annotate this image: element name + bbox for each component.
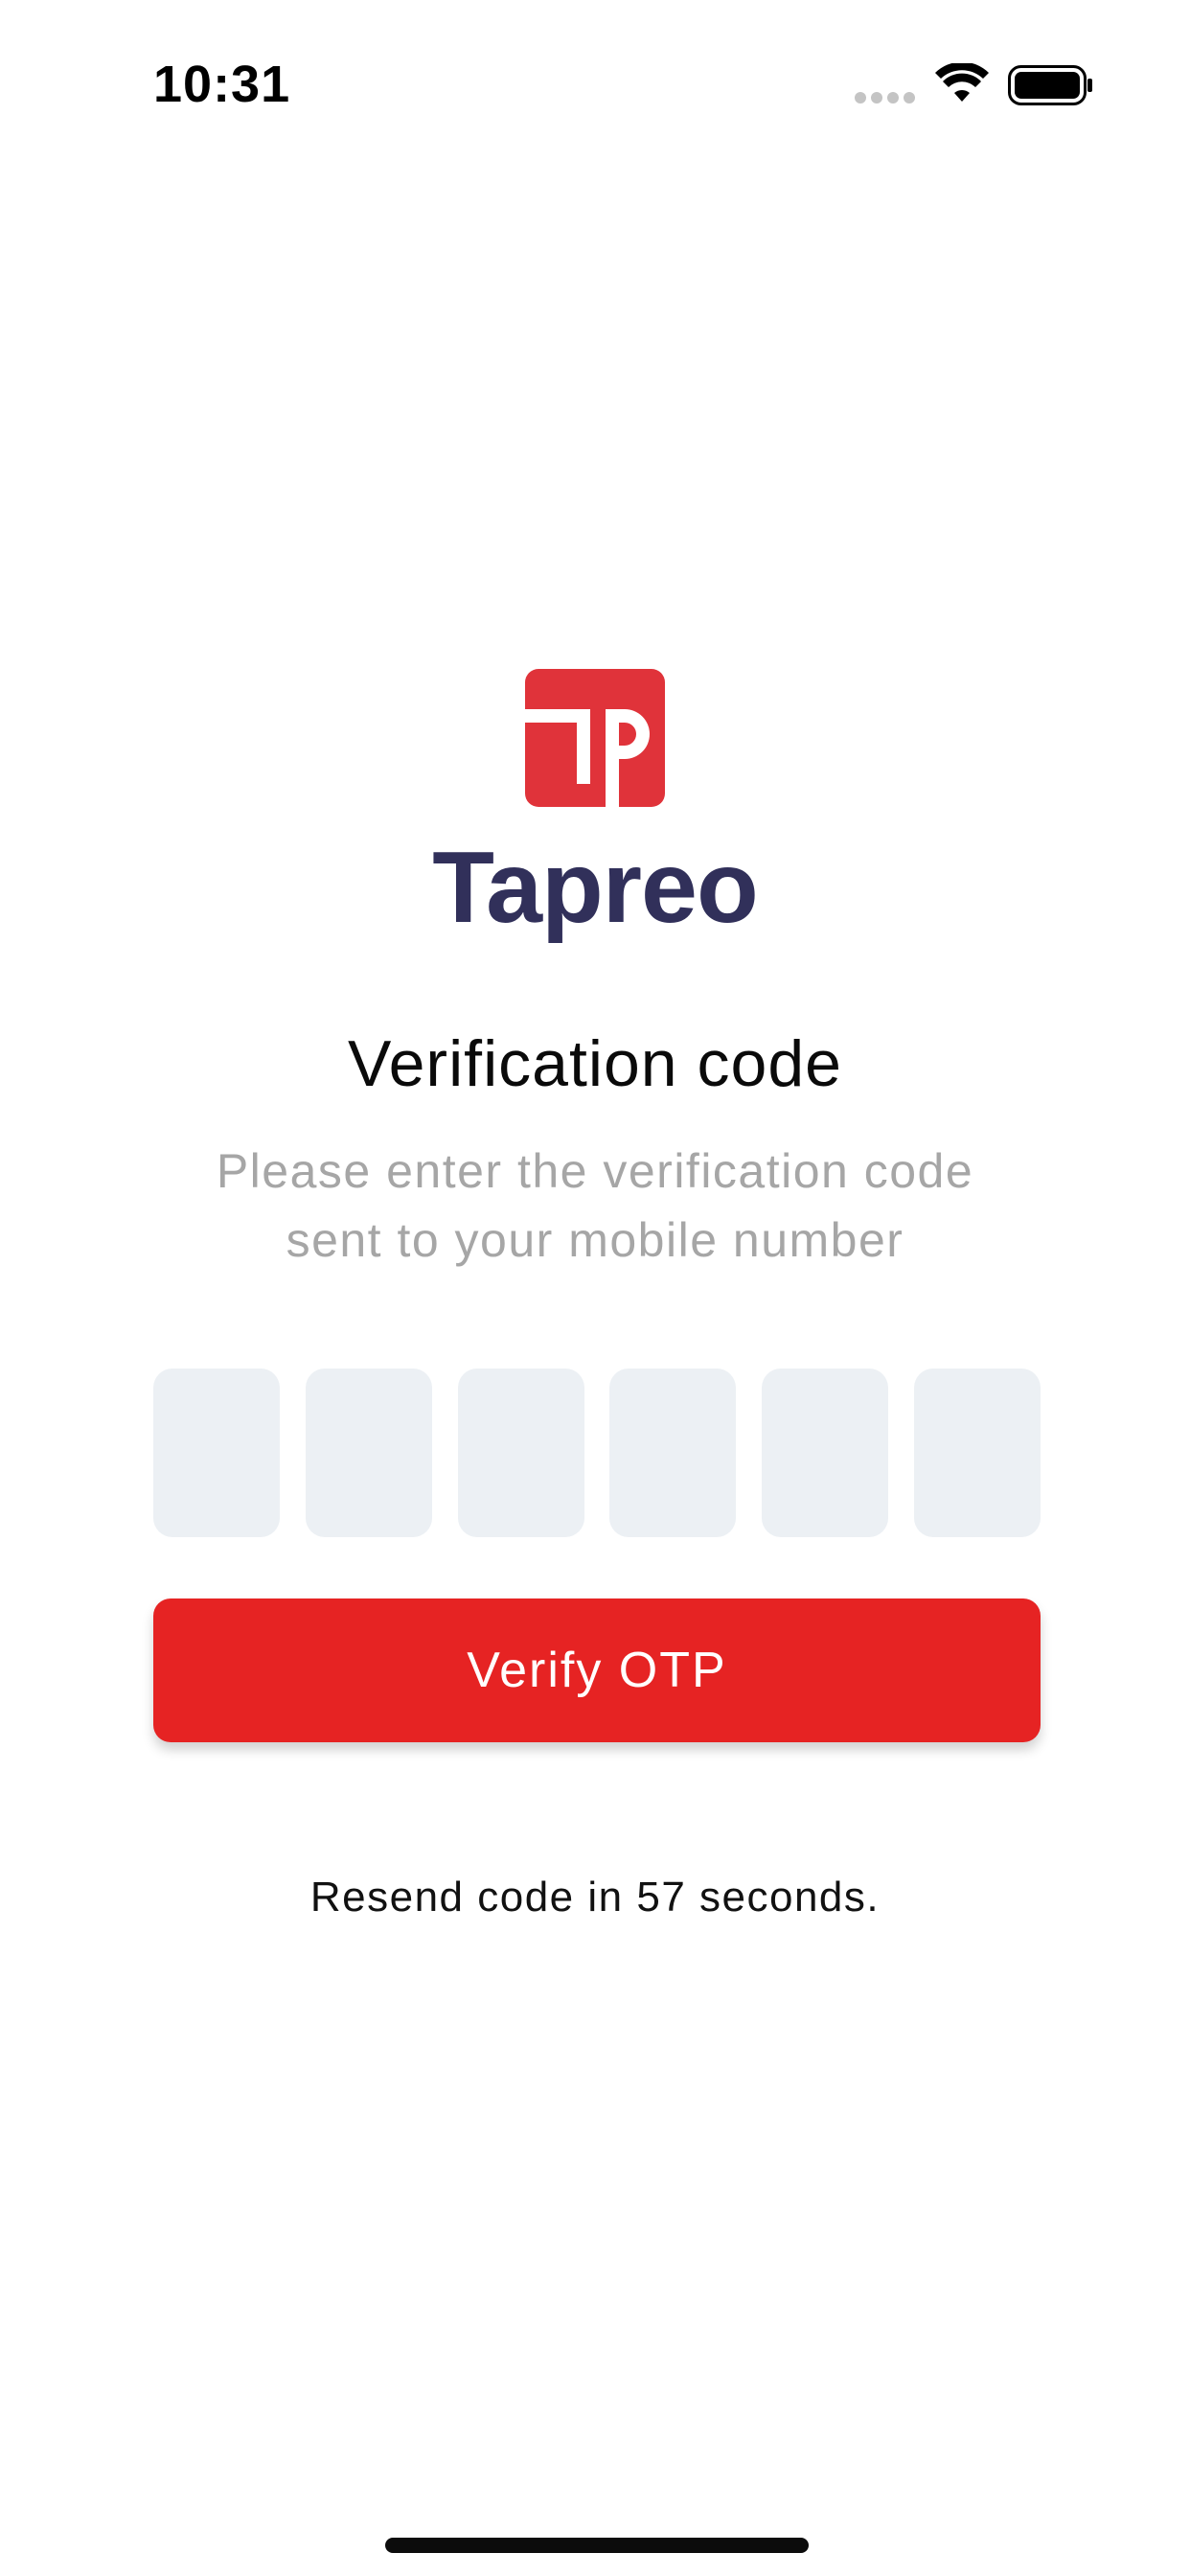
otp-digit-4[interactable] — [609, 1368, 737, 1537]
otp-digit-6[interactable] — [913, 1368, 1041, 1537]
resend-countdown: Resend code in 57 seconds. — [309, 1874, 881, 1920]
subtitle-line-1: Please enter the verification code — [216, 1144, 974, 1198]
otp-digit-1[interactable] — [153, 1368, 280, 1537]
brand-name: Tapreo — [432, 831, 759, 944]
verify-otp-button[interactable]: Verify OTP — [153, 1598, 1041, 1742]
otp-digit-2[interactable] — [305, 1368, 432, 1537]
battery-icon — [1008, 65, 1092, 105]
home-indicator — [385, 2538, 809, 2553]
verify-otp-label: Verify OTP — [467, 1643, 727, 1698]
otp-digit-3[interactable] — [457, 1368, 584, 1537]
subtitle-line-2: sent to your mobile number — [286, 1213, 904, 1267]
status-bar: 10:31 — [0, 0, 1190, 153]
tapreo-logo-icon — [525, 669, 665, 807]
page-subtitle: Please enter the verification code sent … — [144, 1137, 1046, 1275]
otp-input-group — [153, 1368, 1041, 1537]
page-title: Verification code — [348, 1027, 842, 1100]
wifi-icon — [935, 63, 989, 102]
otp-digit-5[interactable] — [762, 1368, 889, 1537]
status-time: 10:31 — [153, 56, 291, 113]
signal-icon — [855, 92, 916, 105]
